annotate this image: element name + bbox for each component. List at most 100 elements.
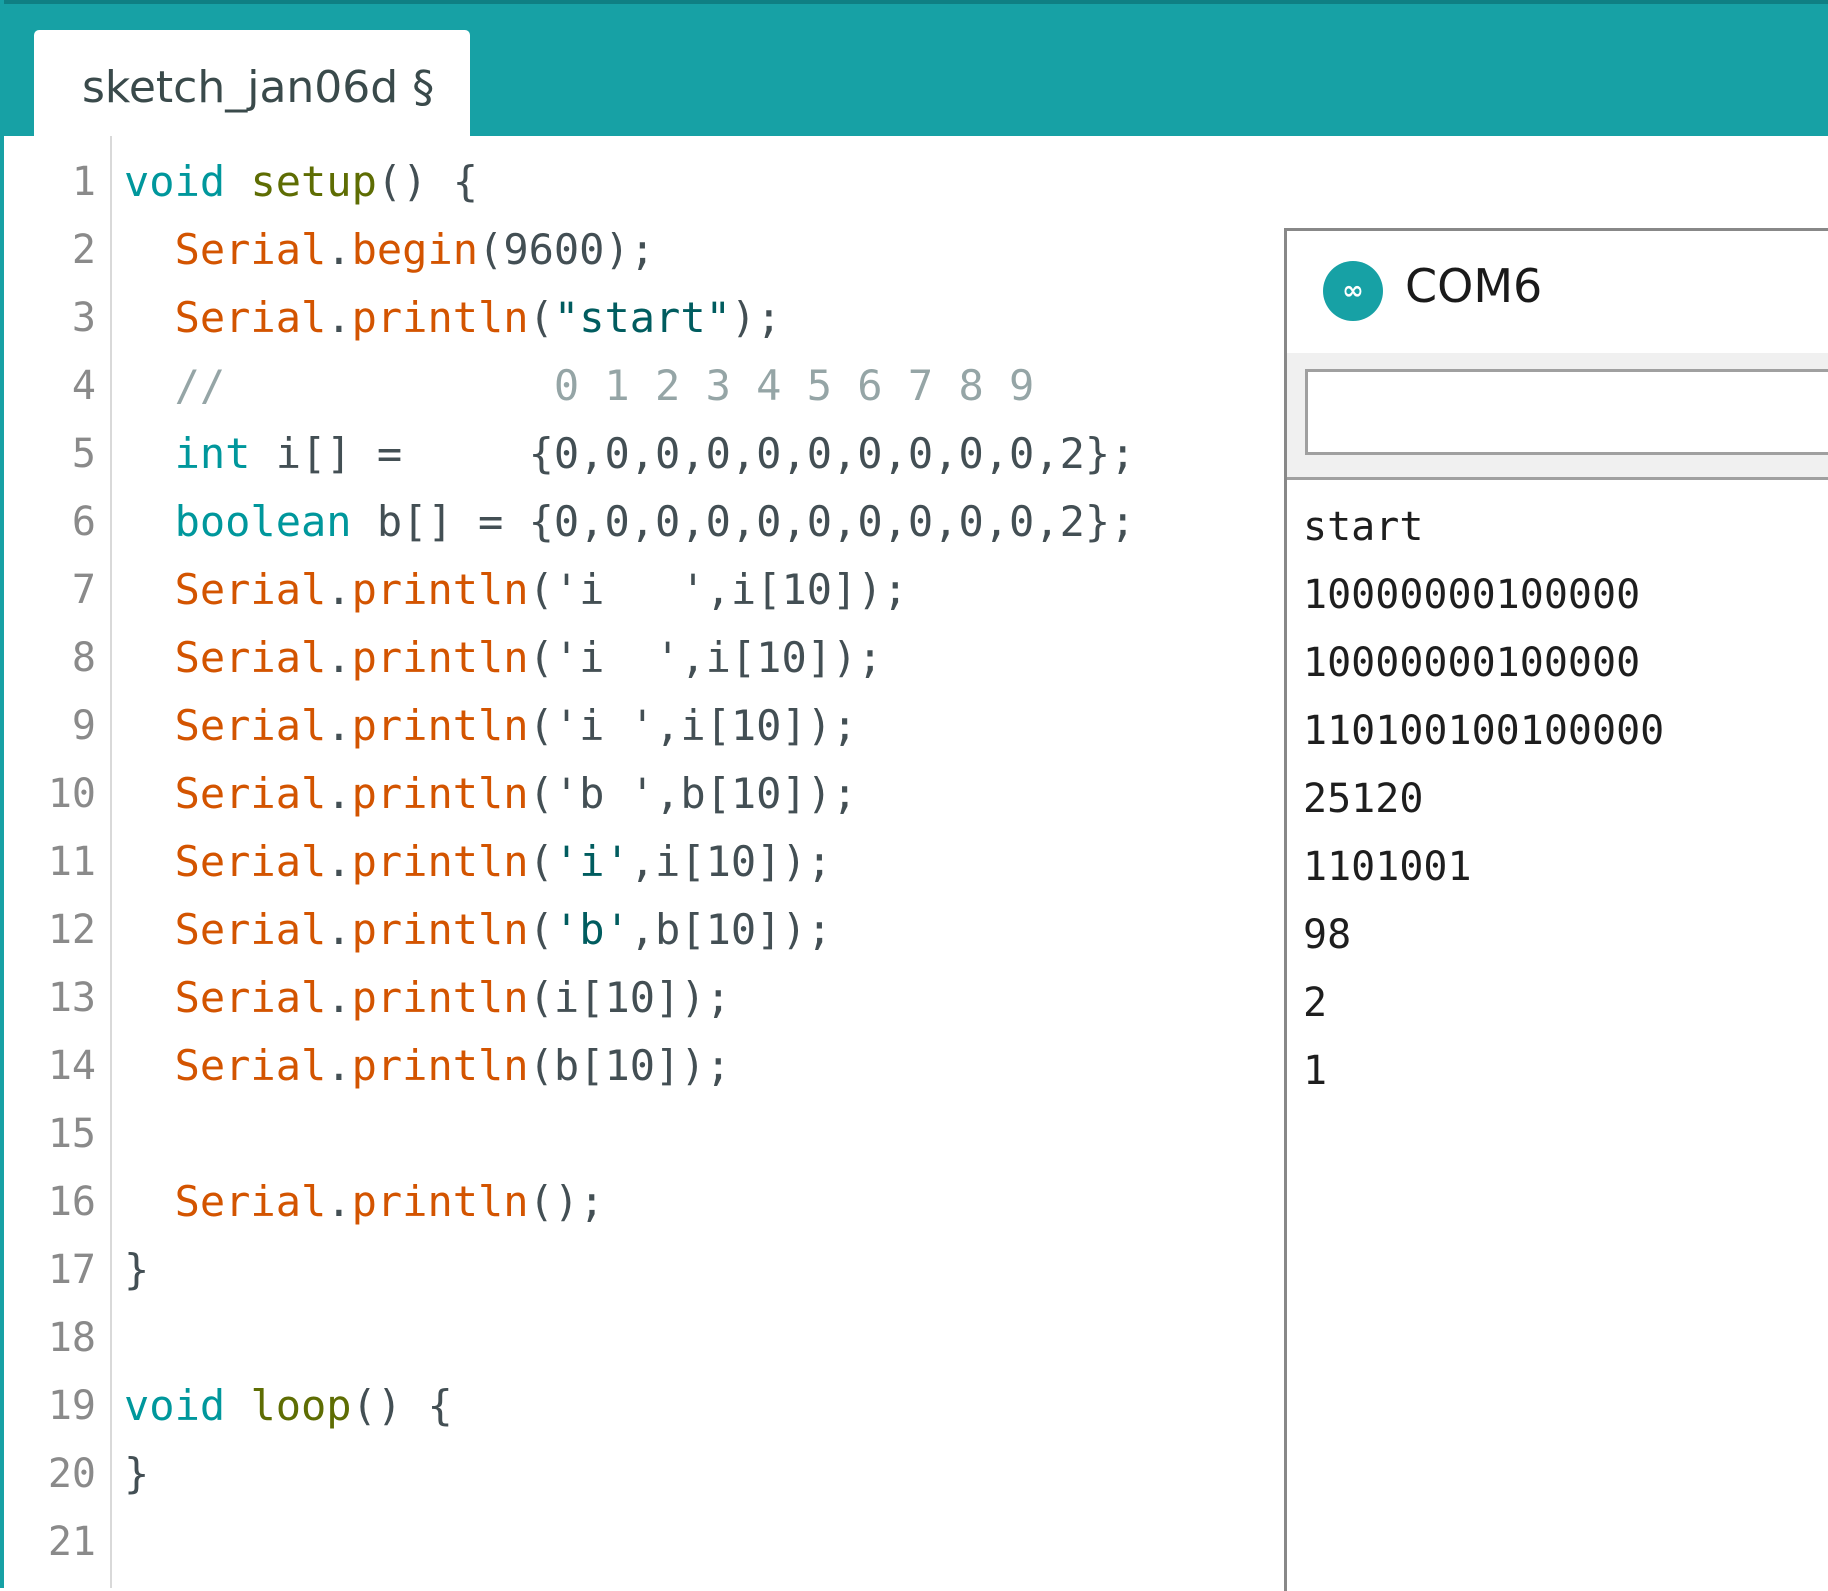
line-number: 4 bbox=[71, 363, 96, 409]
serial-output-line: 98 bbox=[1303, 912, 1352, 958]
code-token: () { bbox=[351, 1381, 453, 1430]
code-token: . bbox=[326, 837, 352, 886]
line-number: 21 bbox=[47, 1519, 96, 1565]
code-token: begin bbox=[351, 225, 479, 274]
code-token: } bbox=[124, 1449, 150, 1498]
code-token: void bbox=[124, 157, 226, 206]
code-token: ,i[10]); bbox=[629, 837, 833, 886]
code-line[interactable]: Serial.println(); bbox=[124, 1168, 1284, 1236]
code-area[interactable]: void setup() { Serial.begin(9600); Seria… bbox=[124, 148, 1284, 1576]
code-token: . bbox=[326, 769, 352, 818]
tab-sketch[interactable]: sketch_jan06d § bbox=[34, 30, 470, 136]
code-token: ( bbox=[528, 837, 554, 886]
line-number: 3 bbox=[71, 295, 96, 341]
editor-header: sketch_jan06d § bbox=[0, 0, 1828, 136]
code-line[interactable]: void loop() { bbox=[124, 1372, 1284, 1440]
code-line[interactable]: } bbox=[124, 1236, 1284, 1304]
code-line[interactable]: Serial.println('b',b[10]); bbox=[124, 896, 1284, 964]
code-line[interactable]: boolean b[] = {0,0,0,0,0,0,0,0,0,0,2}; bbox=[124, 488, 1284, 556]
serial-monitor-title: COM6 bbox=[1405, 259, 1543, 313]
code-line[interactable]: Serial.println('b ',b[10]); bbox=[124, 760, 1284, 828]
code-token: (b[10]); bbox=[528, 1041, 731, 1090]
code-token: Serial bbox=[174, 837, 327, 886]
code-line[interactable]: Serial.println("start"); bbox=[124, 284, 1284, 352]
code-token: setup bbox=[250, 157, 377, 206]
line-number: 2 bbox=[71, 227, 96, 273]
code-token: Serial bbox=[174, 565, 327, 614]
line-number: 19 bbox=[47, 1383, 96, 1429]
code-token: // 0 1 2 3 4 5 6 7 8 9 bbox=[124, 361, 1035, 410]
code-token: Serial bbox=[174, 1177, 327, 1226]
code-token: 'b' bbox=[553, 905, 630, 954]
code-token: println bbox=[351, 769, 529, 818]
serial-output: start 10000000100000 10000000100000 1101001… bbox=[1303, 493, 1823, 1105]
code-token: println bbox=[351, 1041, 529, 1090]
line-number: 20 bbox=[47, 1451, 96, 1497]
code-token: Serial bbox=[174, 1041, 327, 1090]
code-token: Serial bbox=[174, 633, 327, 682]
line-number: 10 bbox=[47, 771, 96, 817]
code-token: i[] = {0,0,0,0,0,0,0,0,0,0,2}; bbox=[250, 429, 1136, 478]
code-line[interactable]: } bbox=[124, 1440, 1284, 1508]
code-line[interactable]: Serial.println(b[10]); bbox=[124, 1032, 1284, 1100]
code-token: b[] = {0,0,0,0,0,0,0,0,0,0,2}; bbox=[351, 497, 1136, 546]
code-line[interactable] bbox=[124, 1100, 1284, 1168]
line-number: 1 bbox=[71, 159, 96, 205]
code-token: int bbox=[174, 429, 251, 478]
code-token: . bbox=[326, 973, 352, 1022]
code-line[interactable]: Serial.begin(9600); bbox=[124, 216, 1284, 284]
code-token: println bbox=[351, 633, 529, 682]
code-token: "start" bbox=[553, 293, 731, 342]
serial-output-line: 10000000100000 bbox=[1303, 572, 1641, 618]
code-token: . bbox=[326, 905, 352, 954]
code-line[interactable]: Serial.println('i',i[10]); bbox=[124, 828, 1284, 896]
code-token: 'i' bbox=[553, 837, 630, 886]
code-token: Serial bbox=[174, 905, 327, 954]
code-token: println bbox=[351, 905, 529, 954]
code-token: . bbox=[326, 293, 352, 342]
code-line[interactable] bbox=[124, 1304, 1284, 1372]
line-number: 14 bbox=[47, 1043, 96, 1089]
code-line[interactable] bbox=[124, 1508, 1284, 1576]
code-token: ( bbox=[528, 905, 554, 954]
line-number: 18 bbox=[47, 1315, 96, 1361]
serial-output-line: 110100100100000 bbox=[1303, 708, 1665, 754]
tab-label: sketch_jan06d § bbox=[82, 62, 435, 113]
code-line[interactable]: Serial.println('i ',i[10]); bbox=[124, 624, 1284, 692]
code-token: println bbox=[351, 837, 529, 886]
line-number: 5 bbox=[71, 431, 96, 477]
line-number: 16 bbox=[47, 1179, 96, 1225]
code-token: ('i ',i[10]); bbox=[528, 701, 858, 750]
code-token: (9600); bbox=[478, 225, 656, 274]
code-line[interactable]: Serial.println('i ',i[10]); bbox=[124, 556, 1284, 624]
code-token: (i[10]); bbox=[528, 973, 731, 1022]
serial-monitor-toolbar bbox=[1287, 353, 1828, 480]
code-token: . bbox=[326, 225, 352, 274]
serial-output-line: 25120 bbox=[1303, 776, 1424, 822]
code-token: . bbox=[326, 565, 352, 614]
serial-send-input[interactable] bbox=[1305, 369, 1828, 455]
code-line[interactable]: Serial.println(i[10]); bbox=[124, 964, 1284, 1032]
code-line[interactable]: int i[] = {0,0,0,0,0,0,0,0,0,0,2}; bbox=[124, 420, 1284, 488]
code-token: println bbox=[351, 701, 529, 750]
code-line[interactable]: void setup() { bbox=[124, 148, 1284, 216]
code-token: ('i ',i[10]); bbox=[528, 565, 908, 614]
serial-output-line: start bbox=[1303, 504, 1424, 550]
code-token: () { bbox=[376, 157, 479, 206]
code-line[interactable]: Serial.println('i ',i[10]); bbox=[124, 692, 1284, 760]
serial-monitor-titlebar[interactable]: ∞ COM6 bbox=[1287, 231, 1828, 353]
code-token: ('b ',b[10]); bbox=[528, 769, 858, 818]
line-number: 6 bbox=[71, 499, 96, 545]
code-line[interactable]: // 0 1 2 3 4 5 6 7 8 9 bbox=[124, 352, 1284, 420]
code-token: Serial bbox=[174, 225, 327, 274]
code-token: ('i ',i[10]); bbox=[528, 633, 883, 682]
code-token: println bbox=[351, 1177, 529, 1226]
